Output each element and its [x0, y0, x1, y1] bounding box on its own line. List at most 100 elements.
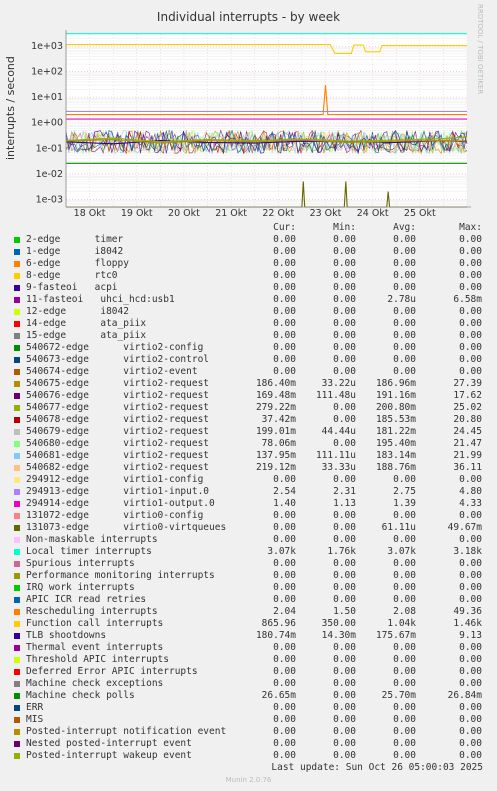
- legend-swatch: [14, 537, 20, 543]
- legend-row: 540680-edge virtio2-request 78.06m 0.00 195…: [14, 438, 484, 450]
- legend-cur-value: 26.65m: [261, 690, 296, 701]
- header-min: Min:: [333, 222, 356, 233]
- legend-max-value: 0.00: [459, 510, 482, 521]
- legend-name: 131073-edge virtio0-virtqueues: [26, 522, 227, 533]
- legend-swatch: [14, 585, 20, 591]
- legend-max-value: 0.00: [459, 654, 482, 665]
- legend-name: 540681-edge virtio2-request: [26, 450, 210, 461]
- legend-avg-value: 0.00: [393, 510, 416, 521]
- legend-cur-value: 219.12m: [255, 462, 296, 473]
- y-tick-label: 1e-01: [36, 143, 63, 154]
- header-max: Max:: [459, 222, 482, 233]
- legend-cur-value: 2.54: [273, 486, 296, 497]
- legend-min-value: 0.00: [333, 342, 356, 353]
- legend-name: 8-edge rtc0: [26, 270, 118, 281]
- legend-cur-value: 78.06m: [261, 438, 296, 449]
- legend-avg-value: 0.00: [393, 750, 416, 761]
- legend-max-value: 0.00: [459, 534, 482, 545]
- legend-row: Threshold APIC interrupts 0.00 0.00 0.00 0.0…: [14, 654, 484, 666]
- legend-swatch: [14, 657, 20, 663]
- legend-row: 540681-edge virtio2-request 137.95m 111.11…: [14, 450, 484, 462]
- legend-table: Cur: Min: Avg: Max: 2-edge timer 0.00 0.00…: [14, 222, 484, 762]
- legend-row: Deferred Error APIC interrupts 0.00 0.00 0.…: [14, 666, 484, 678]
- legend-swatch: [14, 405, 20, 411]
- legend-max-value: 9.13: [459, 630, 482, 641]
- legend-avg-value: 0.00: [393, 246, 416, 257]
- legend-avg-value: 0.00: [393, 642, 416, 653]
- legend-avg-value: 1.39: [393, 498, 416, 509]
- legend-swatch: [14, 609, 20, 615]
- legend-max-value: 1.46k: [453, 618, 482, 629]
- legend-swatch: [14, 393, 20, 399]
- legend-name: 540675-edge virtio2-request: [26, 378, 210, 389]
- legend-avg-value: 0.00: [393, 270, 416, 281]
- legend-avg-value: 0.00: [393, 558, 416, 569]
- legend-row: 8-edge rtc0 0.00 0.00 0.00 0.00: [14, 270, 484, 282]
- legend-name: Local timer interrupts: [26, 546, 152, 557]
- legend-avg-value: 185.53m: [375, 414, 416, 425]
- legend-min-value: 0.00: [333, 750, 356, 761]
- legend-row: Posted-interrupt notification event 0.00 0…: [14, 726, 484, 738]
- legend-max-value: 0.00: [459, 582, 482, 593]
- legend-max-value: 0.00: [459, 570, 482, 581]
- legend-name: 540677-edge virtio2-request: [26, 402, 210, 413]
- legend-row: 294914-edge virtio1-output.0 1.40 1.13 1.39…: [14, 498, 484, 510]
- legend-swatch: [14, 261, 20, 267]
- legend-avg-value: 0.00: [393, 354, 416, 365]
- legend-cur-value: 0.00: [273, 714, 296, 725]
- munin-version: Munin 2.0.76: [225, 776, 272, 784]
- legend-cur-value: 0.00: [273, 702, 296, 713]
- legend-min-value: 1.76k: [327, 546, 356, 557]
- legend-row: 294912-edge virtio1-config 0.00 0.00 0.00 0.…: [14, 474, 484, 486]
- legend-swatch: [14, 345, 20, 351]
- x-tick-label: 20 Okt: [168, 208, 200, 219]
- legend-name: 294913-edge virtio1-input.0: [26, 486, 210, 497]
- legend-avg-value: 0.00: [393, 282, 416, 293]
- legend-name: Thermal event interrupts: [26, 642, 164, 653]
- legend-name: 540674-edge virtio2-event: [26, 366, 198, 377]
- last-update: Last update: Sun Oct 26 05:00:03 2025: [271, 762, 483, 773]
- legend-min-value: 0.00: [333, 402, 356, 413]
- legend-cur-value: 0.00: [273, 678, 296, 689]
- legend-cur-value: 0.00: [273, 738, 296, 749]
- legend-row: 540672-edge virtio2-config 0.00 0.00 0.00 0.…: [14, 342, 484, 354]
- legend-row: 294913-edge virtio1-input.0 2.54 2.31 2.75 4…: [14, 486, 484, 498]
- legend-name: 9-fasteoi acpi: [26, 282, 118, 293]
- legend-swatch: [14, 561, 20, 567]
- legend-cur-value: 0.00: [273, 354, 296, 365]
- legend-swatch: [14, 693, 20, 699]
- legend-cur-value: 0.00: [273, 558, 296, 569]
- legend-swatch: [14, 369, 20, 375]
- legend-row: 540677-edge virtio2-request 279.22m 0.00 20…: [14, 402, 484, 414]
- legend-row: Machine check polls 26.65m 0.00 25.70m 26.84…: [14, 690, 484, 702]
- legend-max-value: 21.99: [453, 450, 482, 461]
- legend-avg-value: 0.00: [393, 678, 416, 689]
- legend-avg-value: 0.00: [393, 726, 416, 737]
- legend-name: Threshold APIC interrupts: [26, 654, 169, 665]
- legend-swatch: [14, 669, 20, 675]
- legend-avg-value: 191.16m: [375, 390, 416, 401]
- y-tick-label: 1e+00: [31, 118, 63, 129]
- legend-name: 1-edge i8042: [26, 246, 124, 257]
- legend-avg-value: 1.04k: [387, 618, 416, 629]
- legend-name: 15-edge ata_piix: [26, 330, 147, 341]
- legend-swatch: [14, 597, 20, 603]
- legend-cur-value: 0.00: [273, 750, 296, 761]
- legend-name: Non-maskable interrupts: [26, 534, 158, 545]
- legend-min-value: 0.00: [333, 582, 356, 593]
- legend-max-value: 17.62: [453, 390, 482, 401]
- legend-row: 9-fasteoi acpi 0.00 0.00 0.00 0.00: [14, 282, 484, 294]
- legend-avg-value: 0.00: [393, 582, 416, 593]
- x-tick-label: 24 Okt: [357, 208, 389, 219]
- legend-max-value: 0.00: [459, 678, 482, 689]
- legend-cur-value: 0.00: [273, 246, 296, 257]
- legend-swatch: [14, 753, 20, 759]
- legend-swatch: [14, 633, 20, 639]
- legend-row: Thermal event interrupts 0.00 0.00 0.00 0.00: [14, 642, 484, 654]
- legend-row: 15-edge ata_piix 0.00 0.00 0.00 0.00: [14, 330, 484, 342]
- legend-cur-value: 137.95m: [255, 450, 296, 461]
- legend-max-value: 0.00: [459, 594, 482, 605]
- legend-avg-value: 3.07k: [387, 546, 416, 557]
- legend-min-value: 0.00: [333, 354, 356, 365]
- legend-max-value: 0.00: [459, 354, 482, 365]
